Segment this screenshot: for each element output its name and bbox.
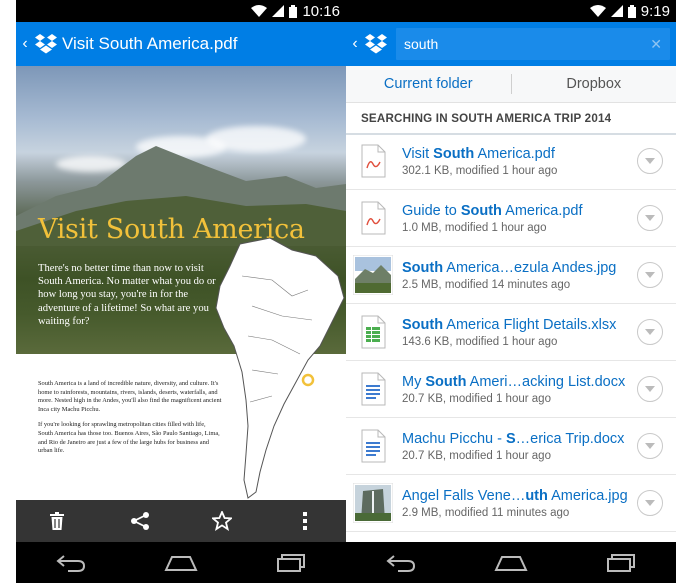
pdf-viewer-screen: 10:16 ‹ Visit South America.pdf Visit So… [16, 0, 346, 583]
status-time: 10:16 [302, 2, 340, 20]
tab-current-folder[interactable]: Current folder [346, 76, 511, 92]
dropbox-logo-icon[interactable] [34, 33, 58, 55]
doc-paragraph: If you're looking for sprawling metropol… [38, 421, 220, 455]
doc-body-text: South America is a land of incredible na… [38, 380, 222, 463]
overflow-menu-icon[interactable] [290, 506, 320, 536]
status-time: 9:19 [640, 2, 670, 20]
list-item[interactable]: South America…ezula Andes.jpg 2.5 MB, mo… [346, 247, 676, 304]
chevron-down-icon[interactable] [637, 148, 663, 174]
search-section-header: SEARCHING IN SOUTH AMERICA TRIP 2014 [346, 103, 676, 135]
star-icon[interactable] [207, 506, 237, 536]
system-nav-bar [346, 542, 676, 583]
wifi-icon [251, 5, 268, 17]
signal-icon [272, 5, 285, 17]
document-icon [353, 369, 393, 409]
wifi-icon [589, 5, 606, 17]
south-america-map [215, 237, 345, 499]
battery-icon [627, 4, 636, 18]
file-name: Machu Picchu - S…erica Trip.docx [402, 430, 625, 447]
back-nav-icon[interactable] [381, 548, 421, 578]
chevron-down-icon[interactable] [637, 376, 663, 402]
pdf-icon [353, 141, 393, 181]
action-bar: ‹ south ✕ [346, 22, 676, 66]
list-item[interactable]: Guide to South America.pdf 1.0 MB, modif… [346, 190, 676, 247]
back-nav-icon[interactable] [51, 548, 91, 578]
recents-nav-icon[interactable] [601, 548, 641, 578]
search-screen: 9:19 ‹ south ✕ Current folder Dropbox SE… [346, 0, 676, 583]
dropbox-logo-icon[interactable] [364, 33, 388, 55]
file-name: Guide to South America.pdf [402, 202, 583, 219]
home-nav-icon[interactable] [161, 548, 201, 578]
chevron-down-icon[interactable] [637, 319, 663, 345]
image-thumbnail-andes [353, 255, 393, 295]
system-nav-bar [16, 542, 346, 583]
search-results-list: Visit South America.pdf 302.1 KB, modifi… [346, 133, 676, 532]
file-meta: 1.0 MB, modified 1 hour ago [402, 221, 547, 234]
file-name: Visit South America.pdf [402, 145, 555, 162]
file-meta: 143.6 KB, modified 1 hour ago [402, 335, 558, 348]
document-icon [353, 426, 393, 466]
pdf-icon [353, 198, 393, 238]
chevron-down-icon[interactable] [637, 433, 663, 459]
status-bar: 9:19 [346, 0, 676, 22]
chevron-down-icon[interactable] [637, 262, 663, 288]
pdf-page[interactable]: Visit South America There's no better ti… [16, 66, 346, 500]
status-bar: 10:16 [16, 0, 346, 22]
document-toolbar [16, 500, 346, 542]
spreadsheet-icon [353, 312, 393, 352]
list-item[interactable]: Machu Picchu - S…erica Trip.docx 20.7 KB… [346, 418, 676, 475]
doc-intro-text: There's no better time than now to visit… [38, 263, 216, 327]
action-bar: ‹ Visit South America.pdf [16, 22, 346, 66]
list-item[interactable]: Visit South America.pdf 302.1 KB, modifi… [346, 133, 676, 190]
file-name: My South Ameri…acking List.docx [402, 373, 626, 390]
list-item[interactable]: My South Ameri…acking List.docx 20.7 KB,… [346, 361, 676, 418]
list-item[interactable]: South America Flight Details.xlsx 143.6 … [346, 304, 676, 361]
file-name: Angel Falls Vene…uth America.jpg [402, 487, 628, 504]
doc-paragraph: South America is a land of incredible na… [38, 380, 222, 413]
search-query[interactable]: south [404, 36, 650, 52]
list-item[interactable]: Angel Falls Vene…uth America.jpg 2.9 MB,… [346, 475, 676, 532]
home-nav-icon[interactable] [491, 548, 531, 578]
image-thumbnail-angel-falls [353, 483, 393, 523]
battery-icon [289, 4, 298, 18]
file-name: South America Flight Details.xlsx [402, 316, 617, 333]
back-chevron-icon[interactable]: ‹ [348, 35, 362, 53]
recents-nav-icon[interactable] [271, 548, 311, 578]
file-meta: 302.1 KB, modified 1 hour ago [402, 164, 558, 177]
chevron-down-icon[interactable] [637, 490, 663, 516]
trash-icon[interactable] [42, 506, 72, 536]
file-meta: 20.7 KB, modified 1 hour ago [402, 392, 551, 405]
back-chevron-icon[interactable]: ‹ [18, 35, 32, 53]
search-scope-tabs: Current folder Dropbox [346, 66, 676, 103]
tab-dropbox[interactable]: Dropbox [512, 76, 677, 92]
file-meta: 2.9 MB, modified 11 minutes ago [402, 506, 570, 519]
chevron-down-icon[interactable] [637, 205, 663, 231]
search-input[interactable]: south ✕ [396, 28, 670, 60]
share-icon[interactable] [125, 506, 155, 536]
clear-search-icon[interactable]: ✕ [650, 36, 662, 53]
signal-icon [610, 5, 623, 17]
file-meta: 2.5 MB, modified 14 minutes ago [402, 278, 571, 291]
file-name: South America…ezula Andes.jpg [402, 259, 617, 276]
file-meta: 20.7 KB, modified 1 hour ago [402, 449, 551, 462]
document-title: Visit South America.pdf [62, 34, 238, 53]
